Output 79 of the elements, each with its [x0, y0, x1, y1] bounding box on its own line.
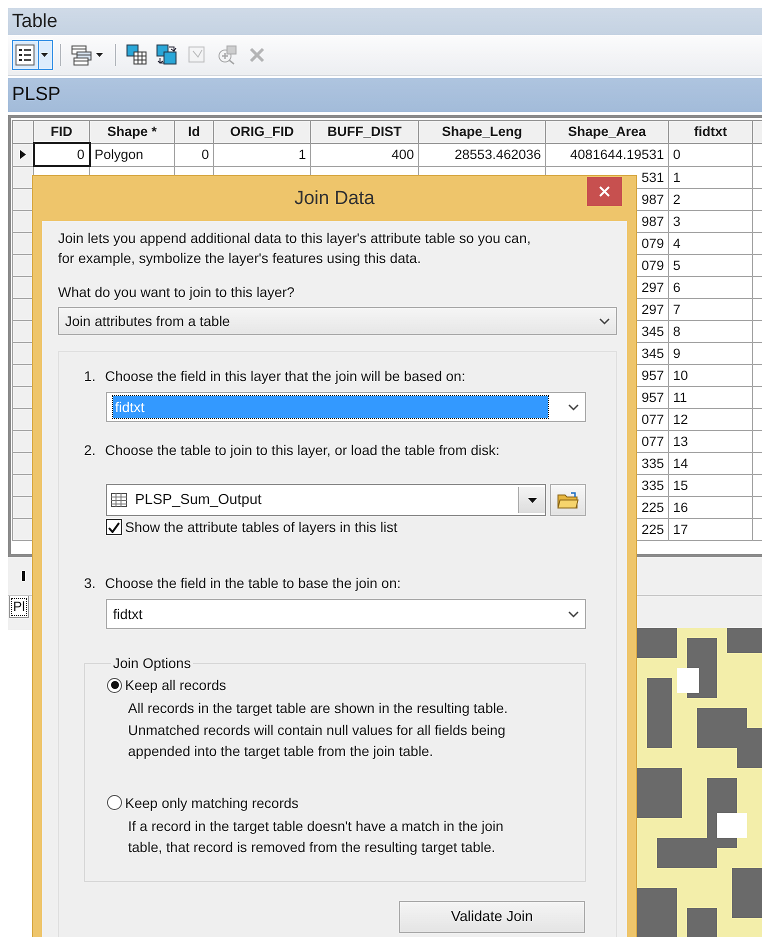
folder-icon: [557, 491, 579, 509]
step-number: 1.: [84, 368, 97, 384]
radio-button[interactable]: [107, 678, 122, 692]
table-cell: 12: [668, 408, 752, 430]
group-label: Join Options: [112, 655, 192, 671]
column-header[interactable]: Shape *: [90, 120, 174, 143]
checkbox[interactable]: [106, 519, 122, 535]
option-description: All records in the target table are shown in the resulting table. Unmatched records will contain null values for all fields being appended into the target table from the join table.: [128, 699, 509, 761]
table-tab[interactable]: Pl: [9, 596, 30, 618]
column-header[interactable]: FID: [34, 120, 90, 143]
dialog-title: Join Data: [294, 188, 375, 210]
table-cell: 10: [668, 364, 752, 386]
caret-icon: [528, 498, 536, 502]
radio-button[interactable]: [107, 795, 122, 810]
table-cell: 2: [668, 188, 752, 210]
step-number: 3.: [84, 575, 97, 591]
table-cell: 8: [668, 320, 752, 342]
current-row-icon: [20, 150, 26, 159]
column-header[interactable]: fidtxt: [668, 120, 752, 143]
column-header[interactable]: ORIG_FID: [214, 120, 310, 143]
table-cell: 15: [668, 474, 752, 496]
column-header[interactable]: Id: [174, 120, 214, 143]
step-label: Choose the table to join to this layer, or load the table from disk:: [105, 442, 500, 458]
table-cell: 7: [668, 298, 752, 320]
validate-button[interactable]: Validate Join: [399, 900, 585, 932]
join-type-dropdown[interactable]: Join attributes from a table: [58, 307, 617, 335]
check-icon: [108, 522, 120, 532]
table-cell: 1: [668, 166, 752, 188]
option-description: If a record in the target table doesn't have a match in the join table, that record is removed from the resulting target table.: [128, 816, 504, 857]
question-label: What do you want to join to this layer?: [58, 284, 296, 300]
zoom-icon: [216, 44, 238, 66]
table-cell: 28553.462036: [418, 143, 546, 166]
description-text: Join lets you append additional data to this layer's attribute table so you can, for example, symbolize the layer's features using this data.: [58, 229, 532, 268]
table-select-icon: [126, 44, 148, 66]
switch-selection-icon: [156, 44, 178, 66]
table-cell: 0: [34, 143, 90, 166]
radio-label: Keep all records: [125, 677, 226, 693]
column-header[interactable]: Shape_Area: [546, 120, 668, 143]
stacked-tables-icon: [71, 44, 93, 66]
table-cell: 17: [668, 518, 752, 540]
step-number: 2.: [84, 442, 97, 458]
table-cell: Polygon: [90, 143, 174, 166]
table-cell: 4: [668, 232, 752, 254]
chevron-icon: [568, 404, 579, 410]
table-cell: 0: [668, 143, 752, 166]
table-cell: 0: [174, 143, 214, 166]
table-dropdown[interactable]: PLSP_Sum_Output: [106, 484, 546, 516]
column-header[interactable]: Shape_Leng: [418, 120, 546, 143]
close-icon: [599, 186, 610, 197]
caret-icon: [41, 53, 48, 57]
layer-title: PLSP: [8, 78, 762, 112]
table-cell: 16: [668, 496, 752, 518]
list-button[interactable]: [12, 40, 53, 70]
row-selector[interactable]: [12, 143, 34, 166]
table-cell: 5: [668, 254, 752, 276]
table-cell: 400: [310, 143, 418, 166]
table-cell: 9: [668, 342, 752, 364]
caret-icon: [96, 53, 103, 57]
checkbox-label: Show the attribute tables of layers in this list: [125, 519, 398, 535]
open-folder-button[interactable]: [550, 484, 586, 516]
window-title: Table: [8, 8, 762, 35]
table-cell: 1: [214, 143, 310, 166]
list-icon: [15, 44, 37, 66]
table-cell: 14: [668, 452, 752, 474]
radio-label: Keep only matching records: [125, 794, 299, 810]
step-label: Choose the field in this layer that the join will be based on:: [105, 368, 466, 384]
table-cell: 11: [668, 386, 752, 408]
table-cell: 6: [668, 276, 752, 298]
field-dropdown[interactable]: fidtxt: [106, 599, 586, 629]
bar-icon: [22, 571, 25, 581]
table-icon: [111, 493, 127, 507]
table-cell: 4081644.19531: [546, 143, 668, 166]
table-cell: 3: [668, 210, 752, 232]
step-label: Choose the field in the table to base the join on:: [105, 575, 401, 591]
chevron-icon: [568, 610, 579, 618]
chevron-icon: [599, 318, 610, 324]
table-cell: 13: [668, 430, 752, 452]
column-header[interactable]: BUFF_DIST: [310, 120, 418, 143]
close-button[interactable]: [587, 177, 622, 206]
